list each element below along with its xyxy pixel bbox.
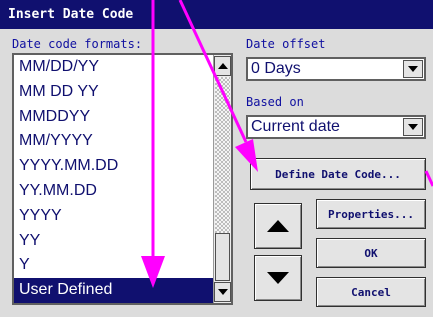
scroll-down-button[interactable]	[214, 282, 231, 302]
move-up-button[interactable]	[254, 203, 302, 249]
based-on-label: Based on	[246, 95, 304, 109]
triangle-down-icon	[267, 272, 289, 284]
list-item[interactable]: YYYY.MM.DD	[14, 154, 213, 179]
insert-date-code-dialog: Insert Date Code Date code formats: MM/D…	[0, 0, 433, 317]
formats-scrollbar[interactable]	[213, 55, 231, 303]
scroll-up-icon	[217, 63, 228, 69]
date-offset-value: 0 Days	[251, 60, 301, 77]
formats-list: MM/DD/YY MM DD YY MMDDYY MM/YYYY YYYY.MM…	[14, 55, 213, 303]
date-offset-label: Date offset	[246, 37, 326, 51]
properties-button[interactable]: Properties...	[316, 199, 426, 229]
list-item[interactable]: YY	[14, 229, 213, 254]
triangle-up-icon	[267, 220, 289, 232]
chevron-down-icon[interactable]	[403, 118, 423, 136]
cancel-button[interactable]: Cancel	[316, 277, 426, 307]
list-item[interactable]: MMDDYY	[14, 105, 213, 130]
scroll-up-button[interactable]	[214, 56, 231, 76]
list-item-selected[interactable]: User Defined	[14, 278, 213, 303]
date-offset-select[interactable]: 0 Days	[246, 57, 426, 81]
list-item[interactable]: MM/YYYY	[14, 129, 213, 154]
define-date-code-button[interactable]: Define Date Code...	[250, 158, 426, 190]
ok-button[interactable]: OK	[316, 238, 426, 268]
list-item[interactable]: MM/DD/YY	[14, 55, 213, 80]
list-item[interactable]: MM DD YY	[14, 80, 213, 105]
list-item[interactable]: Y	[14, 253, 213, 278]
move-down-button[interactable]	[254, 255, 302, 301]
chevron-down-icon[interactable]	[403, 60, 423, 78]
list-item[interactable]: YYYY	[14, 204, 213, 229]
scroll-thumb[interactable]	[215, 233, 230, 281]
list-item[interactable]: YY.MM.DD	[14, 179, 213, 204]
annotation-arrow-line-3	[424, 170, 433, 187]
formats-label: Date code formats:	[12, 37, 143, 51]
based-on-value: Current date	[251, 118, 340, 135]
formats-listbox[interactable]: MM/DD/YY MM DD YY MMDDYY MM/YYYY YYYY.MM…	[12, 53, 233, 305]
dialog-title: Insert Date Code	[0, 0, 433, 29]
based-on-select[interactable]: Current date	[246, 115, 426, 139]
scroll-down-icon	[217, 289, 228, 295]
